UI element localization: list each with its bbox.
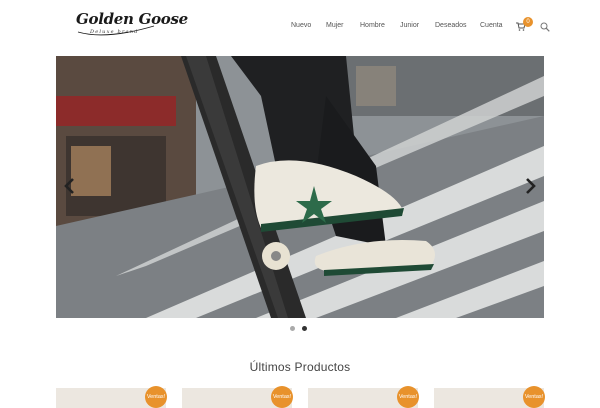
nav-item-cuenta[interactable]: Cuenta bbox=[480, 22, 503, 29]
brand-logo[interactable]: Golden Goose Deluxe brand bbox=[76, 10, 188, 42]
hero-image bbox=[56, 56, 544, 318]
nav-item-nuevo[interactable]: Nuevo bbox=[291, 22, 311, 29]
cart-count-badge[interactable]: 0 bbox=[523, 17, 533, 27]
nav-item-deseados[interactable]: Deseados bbox=[435, 22, 467, 29]
slider-dot-2[interactable] bbox=[302, 326, 307, 331]
search-icon[interactable] bbox=[540, 22, 550, 32]
nav-item-junior[interactable]: Junior bbox=[400, 22, 419, 29]
slider-dot-1[interactable] bbox=[290, 326, 295, 331]
site-header: Golden Goose Deluxe brand Nuevo Mujer Ho… bbox=[0, 0, 600, 55]
section-title: Últimos Productos bbox=[249, 360, 351, 374]
sale-badge: Ventas! bbox=[397, 386, 419, 408]
sale-badge: Ventas! bbox=[523, 386, 545, 408]
slider-prev-arrow-icon[interactable] bbox=[62, 176, 78, 196]
nav-item-mujer[interactable]: Mujer bbox=[326, 22, 344, 29]
hero-slider[interactable] bbox=[56, 56, 544, 318]
sale-badge: Ventas! bbox=[271, 386, 293, 408]
nav-item-hombre[interactable]: Hombre bbox=[360, 22, 385, 29]
slider-next-arrow-icon[interactable] bbox=[522, 176, 538, 196]
sale-badge: Ventas! bbox=[145, 386, 167, 408]
brand-tagline: Deluxe brand bbox=[90, 29, 139, 35]
